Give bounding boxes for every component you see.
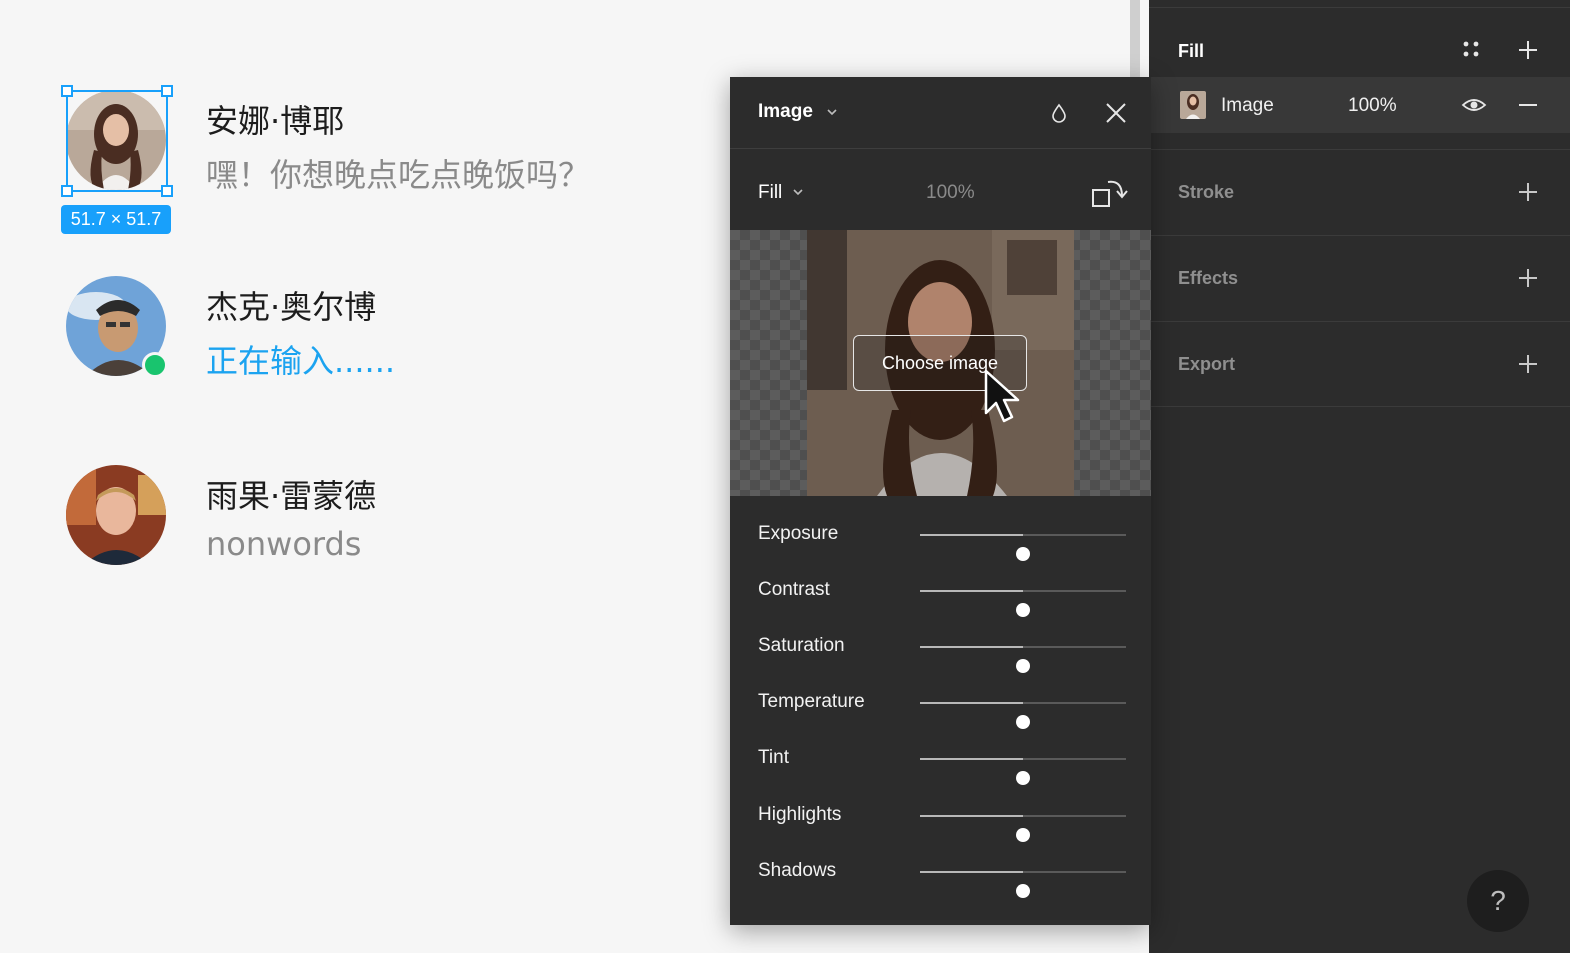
fill-layer-row[interactable]: Image 100%	[1149, 77, 1570, 133]
image-opacity-value[interactable]: 100%	[926, 182, 975, 204]
rotate-icon[interactable]	[1090, 176, 1130, 210]
stroke-section-title: Stroke	[1178, 182, 1235, 202]
exposure-slider-fill	[920, 534, 1023, 536]
image-preview[interactable]: Choose image	[730, 230, 1151, 496]
online-status-dot	[142, 352, 168, 378]
saturation-slider-row: Saturation	[730, 627, 1151, 673]
canvas-scrollbar[interactable]	[1130, 0, 1140, 80]
saturation-label: Saturation	[758, 635, 845, 656]
mouse-cursor-icon	[984, 369, 1020, 423]
fill-thumbnail[interactable]	[1180, 91, 1206, 119]
highlights-label: Highlights	[758, 804, 842, 825]
temperature-slider-row: Temperature	[730, 683, 1151, 729]
resize-handle-bottom-right[interactable]	[161, 185, 173, 197]
scale-mode-dropdown[interactable]: Fill	[758, 182, 782, 204]
minus-icon[interactable]	[1516, 93, 1540, 117]
avatar[interactable]	[66, 465, 168, 567]
exposure-slider-row: Exposure	[730, 515, 1151, 561]
contrast-slider[interactable]	[920, 590, 1126, 617]
help-button[interactable]: ?	[1467, 870, 1529, 932]
add-export-button[interactable]	[1516, 352, 1540, 376]
resize-handle-top-right[interactable]	[161, 85, 173, 97]
contrast-label: Contrast	[758, 579, 830, 600]
chat-list-item[interactable]: 杰克·奥尔博 正在输入......	[66, 276, 706, 386]
export-section: Export	[1149, 321, 1570, 407]
saturation-slider-fill	[920, 646, 1023, 648]
add-stroke-button[interactable]	[1516, 180, 1540, 204]
add-effect-button[interactable]	[1516, 266, 1540, 290]
eye-icon[interactable]	[1461, 93, 1487, 117]
plus-icon	[1519, 41, 1537, 59]
contact-name: 雨果·雷蒙德	[206, 477, 377, 515]
exposure-slider[interactable]	[920, 534, 1126, 561]
tint-slider-row: Tint	[730, 739, 1151, 785]
saturation-slider[interactable]	[920, 646, 1126, 673]
plus-icon	[1519, 183, 1537, 201]
chat-list-item[interactable]: 雨果·雷蒙德 nonwords	[66, 465, 706, 575]
resize-handle-top-left[interactable]	[61, 85, 73, 97]
close-icon[interactable]	[1103, 100, 1129, 126]
contact-name: 安娜·博耶	[206, 102, 345, 140]
avatar[interactable]	[66, 276, 168, 378]
export-section-title: Export	[1178, 354, 1236, 374]
effects-section: Effects	[1149, 235, 1570, 321]
properties-panel: Fill Image 100% Stroke Effects Export	[1149, 0, 1570, 953]
tint-label: Tint	[758, 747, 789, 768]
tint-slider-thumb[interactable]	[1016, 771, 1030, 785]
effects-section-title: Effects	[1178, 268, 1239, 288]
selection-size-badge: 51.7 × 51.7	[61, 205, 171, 234]
shadows-slider-fill	[920, 871, 1023, 873]
contrast-slider-row: Contrast	[730, 571, 1151, 617]
blend-mode-drop-icon[interactable]	[1048, 101, 1070, 125]
shadows-slider[interactable]	[920, 871, 1126, 898]
image-fill-popover: Image Fill 100% Choose image Exposure Co…	[730, 77, 1151, 925]
style-grid-icon[interactable]	[1460, 38, 1482, 60]
stroke-section: Stroke	[1149, 149, 1570, 235]
highlights-slider-fill	[920, 815, 1023, 817]
paint-type-dropdown[interactable]: Image	[758, 101, 813, 123]
plus-icon	[1519, 355, 1537, 373]
plus-icon	[1519, 269, 1537, 287]
contrast-slider-fill	[920, 590, 1023, 592]
shadows-slider-row: Shadows	[730, 852, 1151, 898]
tint-slider-fill	[920, 758, 1023, 760]
temperature-label: Temperature	[758, 691, 865, 712]
image-scale-mode-bar: Fill 100%	[730, 150, 1151, 230]
fill-opacity-value[interactable]: 100%	[1348, 95, 1397, 117]
highlights-slider[interactable]	[920, 815, 1126, 842]
message-preview: nonwords	[206, 525, 362, 563]
chevron-down-icon[interactable]	[792, 187, 804, 197]
temperature-slider-fill	[920, 702, 1023, 704]
contrast-slider-thumb[interactable]	[1016, 603, 1030, 617]
exposure-slider-thumb[interactable]	[1016, 547, 1030, 561]
saturation-slider-thumb[interactable]	[1016, 659, 1030, 673]
typing-indicator: 正在输入......	[206, 342, 396, 380]
fill-type-label[interactable]: Image	[1221, 95, 1274, 117]
resize-handle-bottom-left[interactable]	[61, 185, 73, 197]
tint-slider[interactable]	[920, 758, 1126, 785]
exposure-label: Exposure	[758, 523, 839, 544]
add-fill-button[interactable]	[1516, 38, 1540, 62]
fill-section-title: Fill	[1178, 41, 1204, 61]
selection-box[interactable]	[61, 85, 173, 197]
popover-header: Image	[730, 77, 1151, 149]
shadows-label: Shadows	[758, 860, 837, 881]
temperature-slider[interactable]	[920, 702, 1126, 729]
highlights-slider-row: Highlights	[730, 796, 1151, 842]
temperature-slider-thumb[interactable]	[1016, 715, 1030, 729]
contact-name: 杰克·奥尔博	[206, 288, 377, 326]
message-preview: 嘿！你想晚点吃点晚饭吗？	[206, 156, 591, 194]
shadows-slider-thumb[interactable]	[1016, 884, 1030, 898]
chevron-down-icon[interactable]	[826, 107, 838, 117]
highlights-slider-thumb[interactable]	[1016, 828, 1030, 842]
